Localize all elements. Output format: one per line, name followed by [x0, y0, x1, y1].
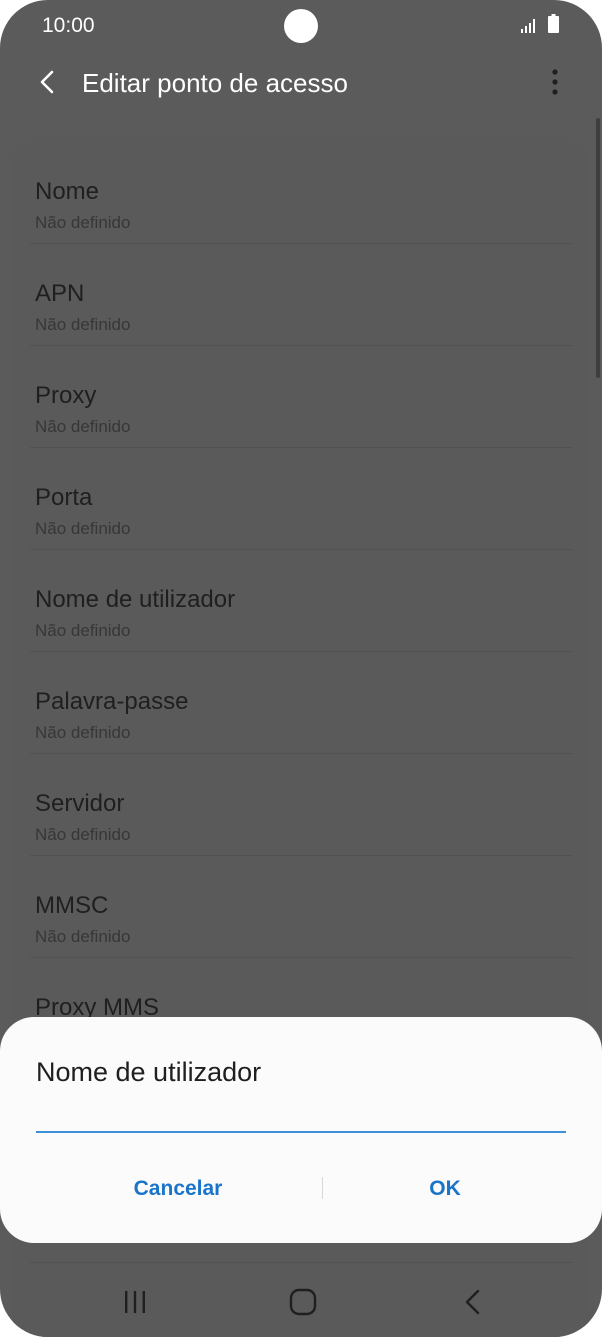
page-title: Editar ponto de acesso [82, 68, 348, 98]
cancel-button[interactable]: Cancelar [40, 1167, 316, 1211]
setting-title: Nome de utilizador [35, 586, 236, 613]
divider [30, 855, 572, 856]
battery-icon [548, 14, 559, 33]
setting-value: Não definido [35, 213, 131, 232]
front-camera-cutout [284, 9, 318, 43]
divider [30, 753, 572, 754]
setting-title: Porta [35, 484, 93, 511]
setting-value: Não definido [35, 621, 131, 640]
recents-button[interactable] [105, 1280, 165, 1324]
signal-icon [521, 19, 535, 33]
nav-divider [30, 1262, 572, 1263]
divider [30, 243, 572, 244]
back-nav-button[interactable] [443, 1280, 503, 1324]
username-dialog: Nome de utilizador Cancelar OK [0, 1017, 602, 1243]
ok-button[interactable]: OK [310, 1167, 580, 1211]
divider [30, 447, 572, 448]
chevron-left-icon [40, 70, 54, 94]
home-button[interactable] [273, 1280, 333, 1324]
setting-title: MMSC [35, 892, 109, 919]
home-icon [289, 1288, 317, 1316]
scrollbar[interactable] [596, 118, 600, 378]
setting-title: Nome [35, 178, 100, 205]
divider [30, 957, 572, 958]
setting-value: Não definido [35, 519, 131, 538]
back-icon [465, 1289, 480, 1315]
recents-icon [125, 1291, 145, 1313]
phone-screen: 10:00 Editar ponto de acesso Nome Não de… [0, 0, 602, 1337]
divider [30, 651, 572, 652]
setting-item-nome[interactable]: Nome Não definido [35, 154, 572, 256]
setting-title: Palavra-passe [35, 688, 189, 715]
setting-item-apn[interactable]: APN Não definido [35, 256, 572, 358]
back-button[interactable] [30, 62, 66, 102]
setting-item-porta[interactable]: Porta Não definido [35, 460, 572, 562]
setting-value: Não definido [35, 927, 131, 946]
setting-item-proxy[interactable]: Proxy Não definido [35, 358, 572, 460]
setting-value: Não definido [35, 417, 131, 436]
divider [30, 345, 572, 346]
more-vertical-icon [552, 69, 558, 95]
setting-value: Não definido [35, 315, 131, 334]
setting-item-servidor[interactable]: Servidor Não definido [35, 766, 572, 868]
divider [30, 549, 572, 550]
setting-item-mmsc[interactable]: MMSC Não definido [35, 868, 572, 970]
dialog-title: Nome de utilizador [36, 1057, 262, 1087]
setting-title: APN [35, 280, 85, 307]
setting-title: Proxy [35, 382, 97, 409]
more-options-button[interactable] [540, 64, 570, 100]
status-time: 10:00 [42, 14, 95, 37]
setting-value: Não definido [35, 825, 131, 844]
setting-title: Servidor [35, 790, 125, 817]
setting-item-nome-de-utilizador[interactable]: Nome de utilizador Não definido [35, 562, 572, 664]
setting-item-palavra-passe[interactable]: Palavra-passe Não definido [35, 664, 572, 766]
setting-value: Não definido [35, 723, 131, 742]
username-input[interactable] [36, 1101, 566, 1133]
